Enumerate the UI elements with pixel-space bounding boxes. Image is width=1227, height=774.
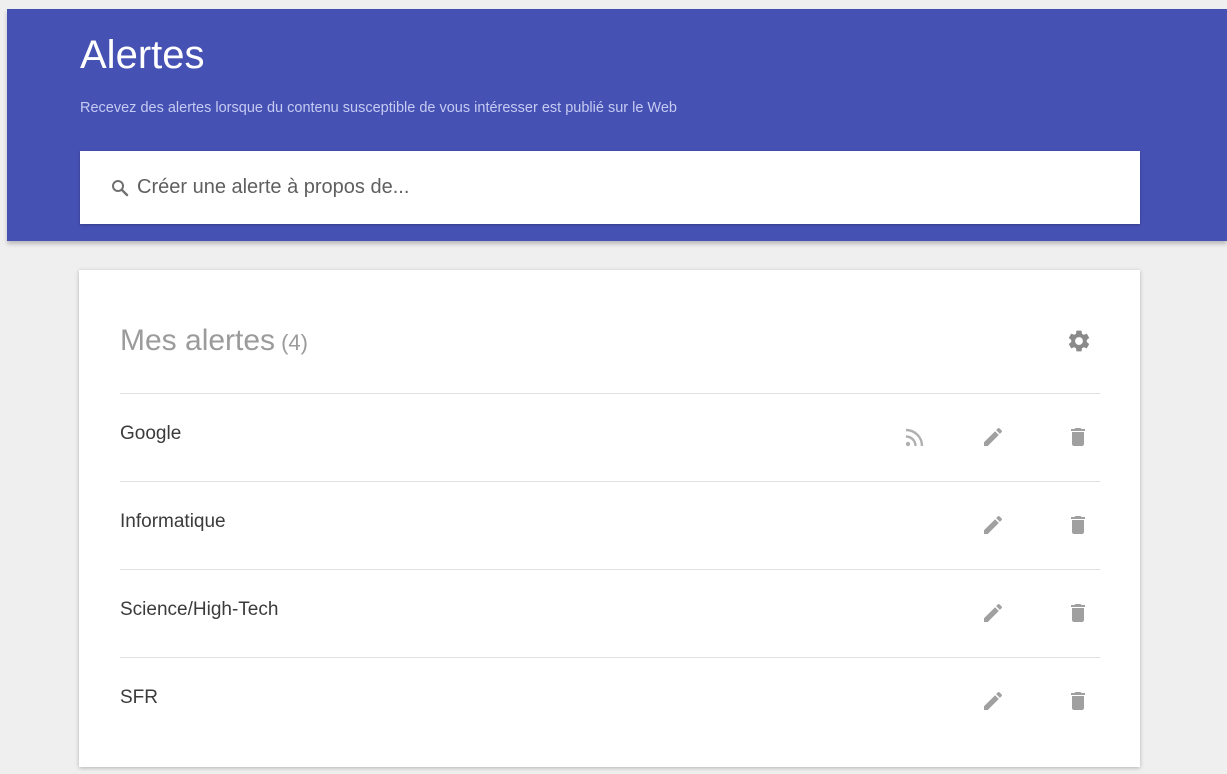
alerts-card: Mes alertes (4) Google Informatique Scie…	[79, 270, 1140, 767]
pencil-icon[interactable]	[981, 601, 1005, 625]
alert-name[interactable]: SFR	[120, 688, 158, 707]
trash-icon[interactable]	[1066, 425, 1090, 449]
trash-icon[interactable]	[1066, 601, 1090, 625]
alert-row-sfr[interactable]: SFR	[120, 657, 1100, 745]
search-input[interactable]	[135, 166, 1089, 209]
search-box[interactable]	[80, 151, 1140, 224]
alert-row-informatique[interactable]: Informatique	[120, 481, 1100, 569]
gear-icon[interactable]	[1066, 328, 1092, 354]
alerts-list: Google Informatique Science/High-Tech SF…	[120, 393, 1100, 745]
alert-name[interactable]: Science/High-Tech	[120, 600, 278, 619]
pencil-icon[interactable]	[981, 513, 1005, 537]
pencil-icon[interactable]	[981, 425, 1005, 449]
trash-icon[interactable]	[1066, 513, 1090, 537]
search-icon	[111, 179, 129, 197]
alert-name[interactable]: Google	[120, 424, 181, 443]
alert-name[interactable]: Informatique	[120, 512, 226, 531]
alert-row-science-high-tech[interactable]: Science/High-Tech	[120, 569, 1100, 657]
alert-row-google[interactable]: Google	[120, 393, 1100, 481]
header-banner: Alertes Recevez des alertes lorsque du c…	[7, 9, 1227, 241]
alerts-count: (4)	[281, 330, 308, 355]
page-subtitle: Recevez des alertes lorsque du contenu s…	[80, 100, 677, 116]
pencil-icon[interactable]	[981, 689, 1005, 713]
alerts-card-title-text: Mes alertes	[120, 324, 276, 357]
page-title: Alertes	[80, 33, 205, 77]
rss-icon[interactable]	[903, 425, 927, 449]
trash-icon[interactable]	[1066, 689, 1090, 713]
alerts-card-title: Mes alertes (4)	[120, 326, 308, 356]
